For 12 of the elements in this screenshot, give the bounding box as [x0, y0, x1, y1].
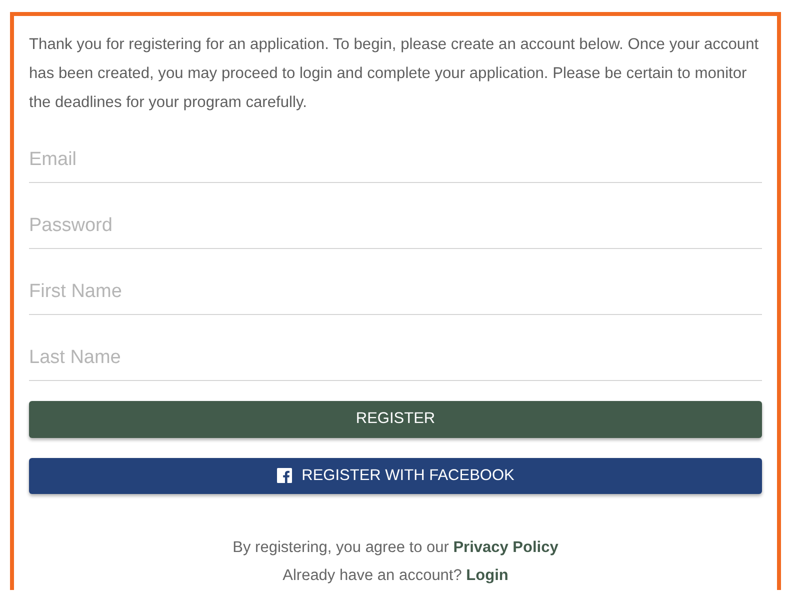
input-field[interactable]: Email — [29, 117, 762, 183]
login-link[interactable]: Login — [466, 567, 508, 584]
register-button[interactable]: REGISTER — [29, 401, 762, 438]
input-field[interactable]: Last Name — [29, 315, 762, 381]
facebook-register-button[interactable]: REGISTER WITH FACEBOOK — [29, 458, 762, 494]
input-field[interactable]: First Name — [29, 249, 762, 315]
privacy-text: By registering, you agree to our Privacy Policy — [232, 538, 560, 558]
login-text: Already have an account? Login — [282, 566, 510, 586]
input-field[interactable]: Password — [29, 183, 762, 249]
intro-text: Thank you for registering for an application. To begin, please create an account below. Once your account has been created, you may proceed to login and complete your application. Please be certain to monitor the deadlines for your program carefully. — [29, 35, 760, 113]
facebook-icon — [276, 468, 292, 484]
privacy-link[interactable]: Privacy Policy — [453, 539, 558, 556]
